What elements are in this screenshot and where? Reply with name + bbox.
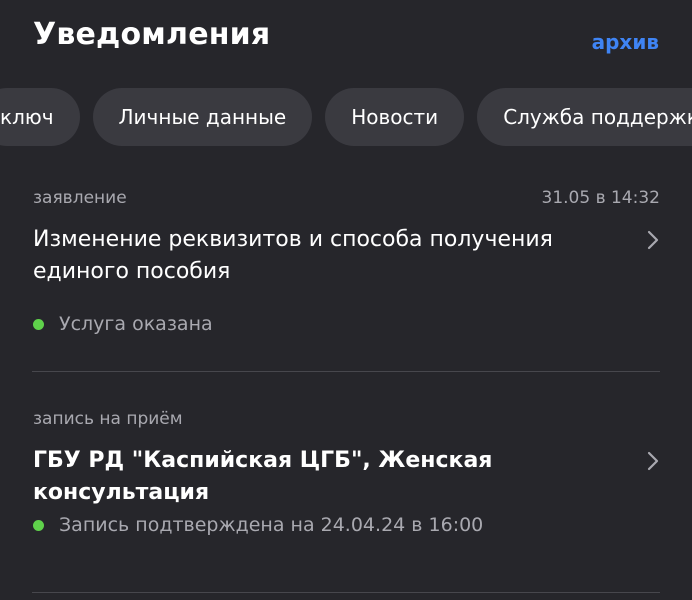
notification-item[interactable]: запись на приём ГБУ РД "Каспийская ЦГБ",… [32, 372, 660, 593]
chevron-right-icon[interactable] [646, 230, 660, 250]
notification-item[interactable]: заявление 31.05 в 14:32 Изменение реквиз… [32, 172, 660, 372]
notification-category: заявление [33, 188, 127, 208]
status-dot-icon [33, 519, 44, 531]
status-dot-icon [33, 318, 44, 330]
notifications-screen: Уведомления архив ключ Личные данные Нов… [0, 0, 692, 600]
notification-time: 31.05 в 14:32 [541, 188, 661, 208]
notification-title: Изменение реквизитов и способа получения… [33, 227, 553, 284]
page-title: Уведомления [33, 17, 271, 52]
filter-chip-keys[interactable]: ключ [0, 88, 80, 146]
filter-chip-label: ключ [0, 105, 54, 129]
filter-chip-label: Личные данные [118, 105, 287, 129]
filter-chip-personal-data[interactable]: Личные данные [92, 88, 313, 146]
filter-chips[interactable]: ключ Личные данные Новости Служба поддер… [0, 88, 692, 148]
notification-status: Запись подтверждена на 24.04.24 в 16:00 [33, 514, 483, 536]
notification-status: Услуга оказана [33, 313, 213, 335]
filter-chip-news[interactable]: Новости [325, 88, 465, 146]
archive-link[interactable]: архив [592, 30, 659, 54]
notification-status-text: Услуга оказана [59, 313, 213, 335]
notification-category: запись на приём [33, 409, 183, 429]
notification-title: ГБУ РД "Каспийская ЦГБ", Женская консуль… [33, 448, 493, 505]
filter-chip-label: Служба поддержки [503, 105, 692, 129]
chevron-right-icon[interactable] [646, 451, 660, 471]
header: Уведомления архив [0, 0, 692, 80]
notification-status-text: Запись подтверждена на 24.04.24 в 16:00 [59, 514, 484, 536]
notifications-list: заявление 31.05 в 14:32 Изменение реквиз… [0, 172, 692, 593]
filter-chip-support[interactable]: Служба поддержки [477, 88, 692, 146]
filter-chip-label: Новости [351, 105, 439, 129]
filter-chips-track: ключ Личные данные Новости Служба поддер… [0, 88, 692, 146]
